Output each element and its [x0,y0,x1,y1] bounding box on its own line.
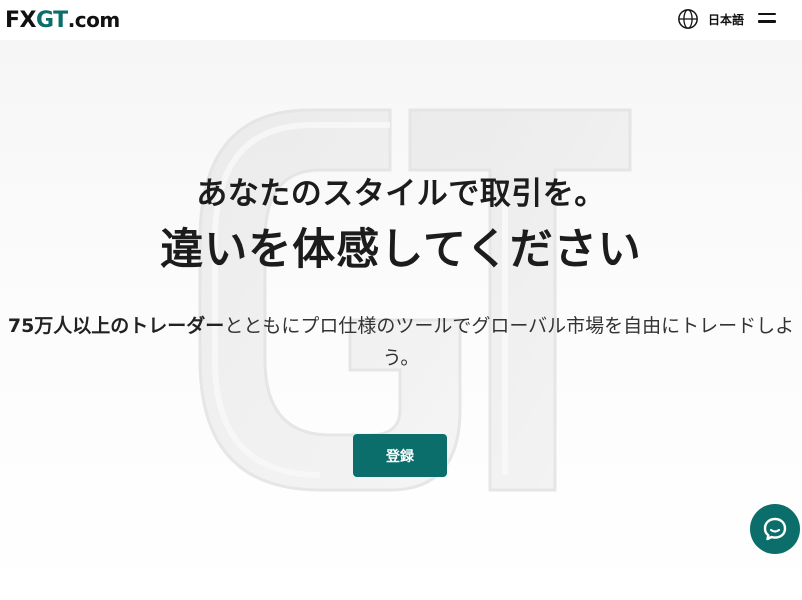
logo-fx-text: FX [5,8,37,33]
hamburger-menu-icon[interactable] [758,13,778,27]
hero-headline-line1: あなたのスタイルで取引を。 [196,176,606,212]
top-header: FXGT.com 日本語 [0,0,802,40]
register-button[interactable]: 登録 [353,434,447,477]
page: FXGT.com 日本語 あなたのスタイルで取引を。 違いを体感してください 7… [0,0,802,600]
logo-gt-text: GT [36,8,68,33]
logo-domain-text: .com [67,8,121,32]
hero-subtext-rest: とともにプロ仕様のツールでグローバル市場を自由にトレードしよう。 [224,315,795,369]
hero-headline-line2: 違いを体感してください [160,225,642,275]
chat-button[interactable] [750,504,800,554]
language-label: 日本語 [708,12,745,27]
globe-icon [678,9,698,29]
language-selector[interactable]: 日本語 [677,7,744,31]
hero-subtext-strong: 75万人以上のトレーダー [7,315,225,337]
chat-bubble-icon [763,517,787,541]
hero-subtext: 75万人以上のトレーダーとともにプロ仕様のツールでグローバル市場を自由にトレード… [6,310,796,374]
fxgt-logo[interactable]: FXGT.com [5,7,120,34]
